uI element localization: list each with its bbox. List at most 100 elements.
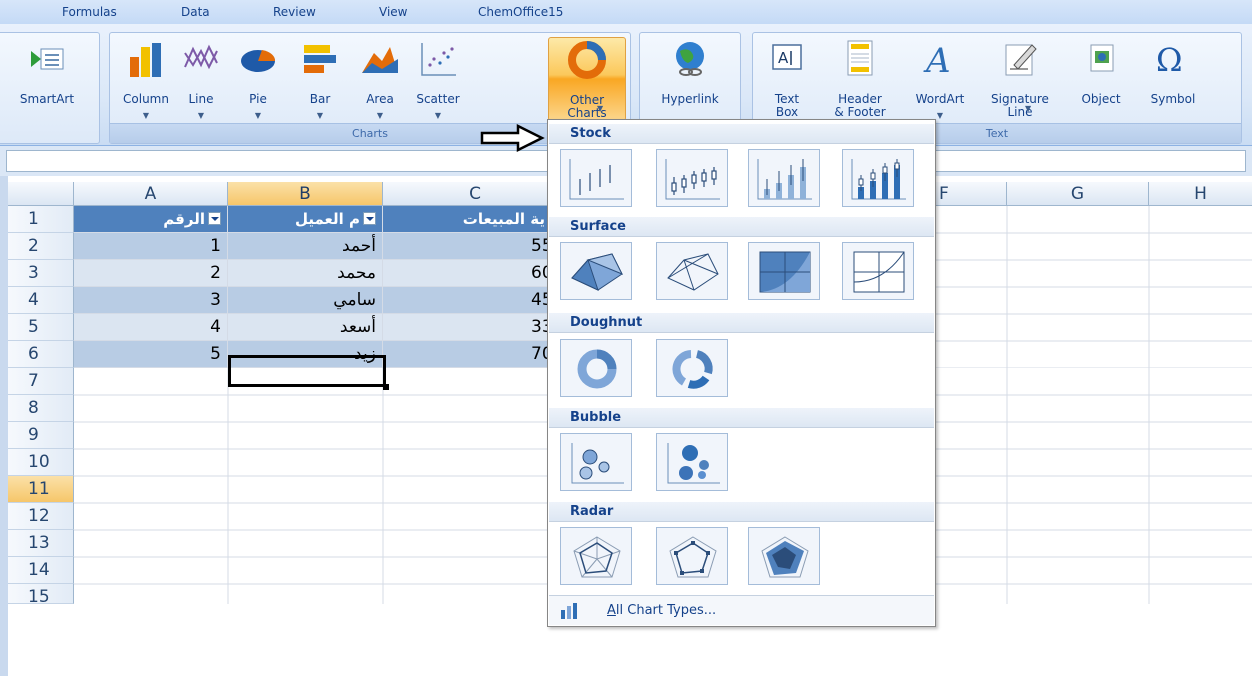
row-header-11[interactable]: 11 xyxy=(8,476,74,503)
filled-radar-option[interactable] xyxy=(748,527,820,585)
column-header-c[interactable]: C xyxy=(383,182,568,206)
svg-text:A: A xyxy=(923,41,951,79)
pointer-arrow-icon xyxy=(480,124,545,152)
pie-chart-button[interactable]: Pie ▼ xyxy=(228,37,288,121)
bubble-icon xyxy=(571,443,624,484)
line-chart-button[interactable]: Line ▼ xyxy=(171,37,231,121)
table-cell[interactable]: أسعد xyxy=(228,314,383,341)
row-header-10[interactable]: 10 xyxy=(8,449,74,476)
header-footer-icon xyxy=(847,40,873,76)
surface-3d-option[interactable] xyxy=(560,242,632,300)
row-header-1[interactable]: 1 xyxy=(8,206,74,233)
wordart-button[interactable]: A WordArt ▼ xyxy=(905,37,975,121)
stock-hlc-icon xyxy=(569,159,624,200)
bubble-option[interactable] xyxy=(560,433,632,491)
scatter-chart-icon xyxy=(421,43,456,76)
svg-text:Ω: Ω xyxy=(1156,41,1183,79)
omega-icon: Ω xyxy=(1156,41,1183,79)
stock-vhlc-icon xyxy=(757,159,812,200)
bubble-3d-option[interactable] xyxy=(656,433,728,491)
filter-dropdown-icon[interactable] xyxy=(208,212,221,225)
table-cell[interactable]: 45 xyxy=(383,287,568,314)
chevron-down-icon: ▼ xyxy=(376,111,384,120)
column-chart-button[interactable]: Column ▼ xyxy=(116,37,176,121)
stock-chart-ohlc-option[interactable] xyxy=(656,149,728,207)
chevron-down-icon: ▼ xyxy=(434,111,442,120)
table-header-cell[interactable]: الرقم xyxy=(74,206,228,233)
symbol-button[interactable]: Ω Symbol xyxy=(1143,37,1203,121)
gallery-section-surface: Surface xyxy=(549,217,934,237)
row-header-6[interactable]: 6 xyxy=(8,341,74,368)
stock-chart-vhlc-option[interactable] xyxy=(748,149,820,207)
table-cell[interactable]: 60 xyxy=(383,260,568,287)
surface-wireframe-option[interactable] xyxy=(656,242,728,300)
all-chart-types-link[interactable]: All Chart Types... xyxy=(549,595,934,625)
object-icon xyxy=(1090,44,1114,72)
table-cell[interactable]: 2 xyxy=(74,260,228,287)
tab-formulas[interactable]: Formulas xyxy=(62,5,117,19)
exploded-doughnut-option[interactable] xyxy=(656,339,728,397)
doughnut-option[interactable] xyxy=(560,339,632,397)
table-cell[interactable]: 55 xyxy=(383,233,568,260)
stock-chart-vohlc-option[interactable] xyxy=(842,149,914,207)
object-button[interactable]: Object xyxy=(1069,37,1133,121)
stock-chart-hlc-option[interactable] xyxy=(560,149,632,207)
row-header-7[interactable]: 7 xyxy=(8,368,74,395)
table-header-cell[interactable]: ية المبيعات xyxy=(383,206,568,233)
table-header-cell[interactable]: م العميل xyxy=(228,206,383,233)
hyperlink-button[interactable]: Hyperlink xyxy=(649,37,731,121)
table-cell[interactable]: 5 xyxy=(74,341,228,368)
other-charts-button[interactable]: Other Charts ▼ xyxy=(548,37,626,121)
column-header-b[interactable]: B xyxy=(228,182,383,206)
chevron-down-icon: ▼ xyxy=(142,111,150,120)
row-header-5[interactable]: 5 xyxy=(8,314,74,341)
row-header-2[interactable]: 2 xyxy=(8,233,74,260)
filter-dropdown-icon[interactable] xyxy=(363,212,376,225)
contour-wireframe-icon xyxy=(853,251,905,293)
area-chart-button[interactable]: Area ▼ xyxy=(350,37,410,121)
table-cell[interactable]: 33 xyxy=(383,314,568,341)
table-cell[interactable]: سامي xyxy=(228,287,383,314)
row-header-15[interactable]: 15 xyxy=(8,584,74,607)
contour-option[interactable] xyxy=(748,242,820,300)
text-box-button[interactable]: A Text Box xyxy=(759,37,815,121)
select-all-corner[interactable] xyxy=(8,182,74,206)
table-cell[interactable]: 4 xyxy=(74,314,228,341)
table-cell[interactable]: محمد xyxy=(228,260,383,287)
table-cell[interactable]: 1 xyxy=(74,233,228,260)
scatter-chart-button[interactable]: Scatter ▼ xyxy=(408,37,468,121)
row-header-13[interactable]: 13 xyxy=(8,530,74,557)
row-header-8[interactable]: 8 xyxy=(8,395,74,422)
signature-line-button[interactable]: Signature Line ▼ xyxy=(985,37,1055,121)
header-footer-button[interactable]: Header & Footer xyxy=(827,37,893,121)
radar-markers-option[interactable] xyxy=(656,527,728,585)
row-header-12[interactable]: 12 xyxy=(8,503,74,530)
column-header-a[interactable]: A xyxy=(74,182,228,206)
row-header-14[interactable]: 14 xyxy=(8,557,74,584)
contour-wireframe-option[interactable] xyxy=(842,242,914,300)
tab-view[interactable]: View xyxy=(379,5,407,19)
radar-option[interactable] xyxy=(560,527,632,585)
tab-review[interactable]: Review xyxy=(273,5,316,19)
globe-link-icon xyxy=(676,42,704,76)
bar-chart-icon xyxy=(304,45,336,73)
table-cell[interactable]: أحمد xyxy=(228,233,383,260)
active-cell-b11[interactable] xyxy=(228,355,389,390)
window-edge xyxy=(0,176,8,676)
gallery-section-radar: Radar xyxy=(549,502,934,522)
table-cell[interactable]: 3 xyxy=(74,287,228,314)
row-header-4[interactable]: 4 xyxy=(8,287,74,314)
column-header-h[interactable]: H xyxy=(1149,182,1252,206)
tab-data[interactable]: Data xyxy=(181,5,210,19)
column-header-g[interactable]: G xyxy=(1007,182,1149,206)
other-charts-gallery: Stock Surface Doughnut Bubble Radar All … xyxy=(547,119,936,627)
stock-vohlc-icon xyxy=(851,159,906,200)
surface-wireframe-icon xyxy=(667,253,719,291)
smartart-button[interactable]: SmartArt xyxy=(17,37,77,121)
table-cell[interactable]: 70 xyxy=(383,341,568,368)
stock-ohlc-icon xyxy=(665,159,720,200)
row-header-3[interactable]: 3 xyxy=(8,260,74,287)
row-header-9[interactable]: 9 xyxy=(8,422,74,449)
bar-chart-button[interactable]: Bar ▼ xyxy=(290,37,350,121)
tab-chemoffice[interactable]: ChemOffice15 xyxy=(478,5,563,19)
